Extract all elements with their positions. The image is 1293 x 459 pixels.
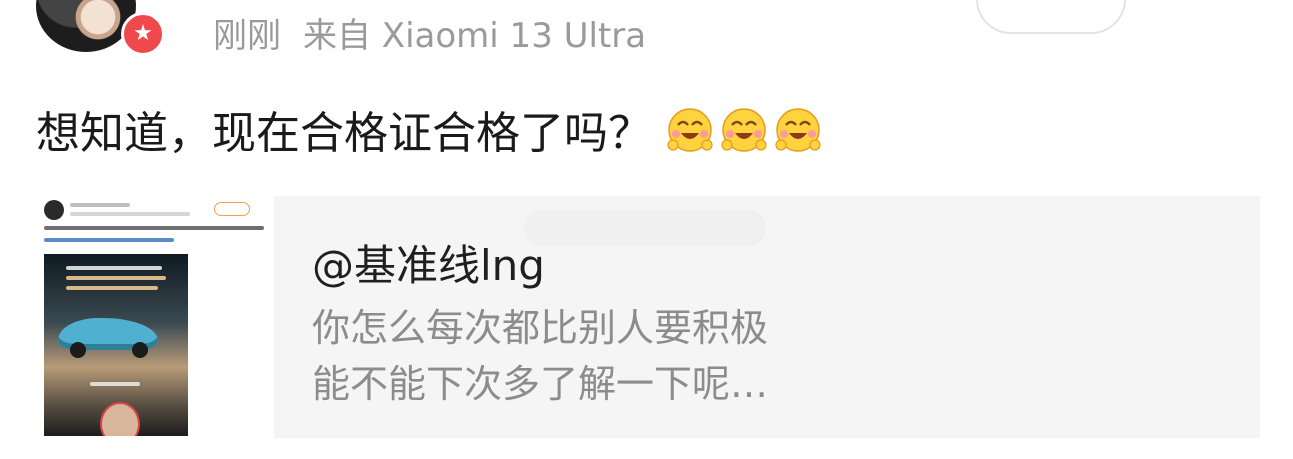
quoted-post-thumbnail[interactable] [34,196,274,438]
emoji-group [666,105,822,153]
post-meta: 刚刚 来自 Xiaomi 13 Ultra [213,8,646,57]
person-image [100,402,140,436]
thumbnail-video-frame [44,254,188,436]
quoted-text-line: 能不能下次多了解一下呢… [312,362,769,406]
quoted-author[interactable]: @基准线lng [312,232,545,293]
quoted-post-card[interactable]: @基准线lng 你怎么每次都比别人要积极 能不能下次多了解一下呢… [34,196,1260,438]
verified-star-icon: ★ [121,12,165,56]
thumbnail-avatar [44,200,64,220]
reply-button[interactable]: 回复 [976,0,1126,34]
post-source: 来自 Xiaomi 13 Ultra [303,16,647,56]
laugh-emoji-icon [666,105,714,153]
post-time: 刚刚 [213,16,281,56]
thumbnail-header [44,200,264,222]
thumbnail-follow-badge [214,202,250,216]
user-avatar[interactable] [36,0,136,52]
quoted-text: 你怎么每次都比别人要积极 能不能下次多了解一下呢… [312,300,768,412]
comment-text: 想知道，现在合格证合格了吗？ [36,108,652,159]
scroll-indicator [524,210,766,246]
quoted-text-line: 你怎么每次都比别人要积极 [312,306,769,350]
comment-body: 想知道，现在合格证合格了吗？ [36,97,822,161]
laugh-emoji-icon [774,105,822,153]
laugh-emoji-icon [720,105,768,153]
